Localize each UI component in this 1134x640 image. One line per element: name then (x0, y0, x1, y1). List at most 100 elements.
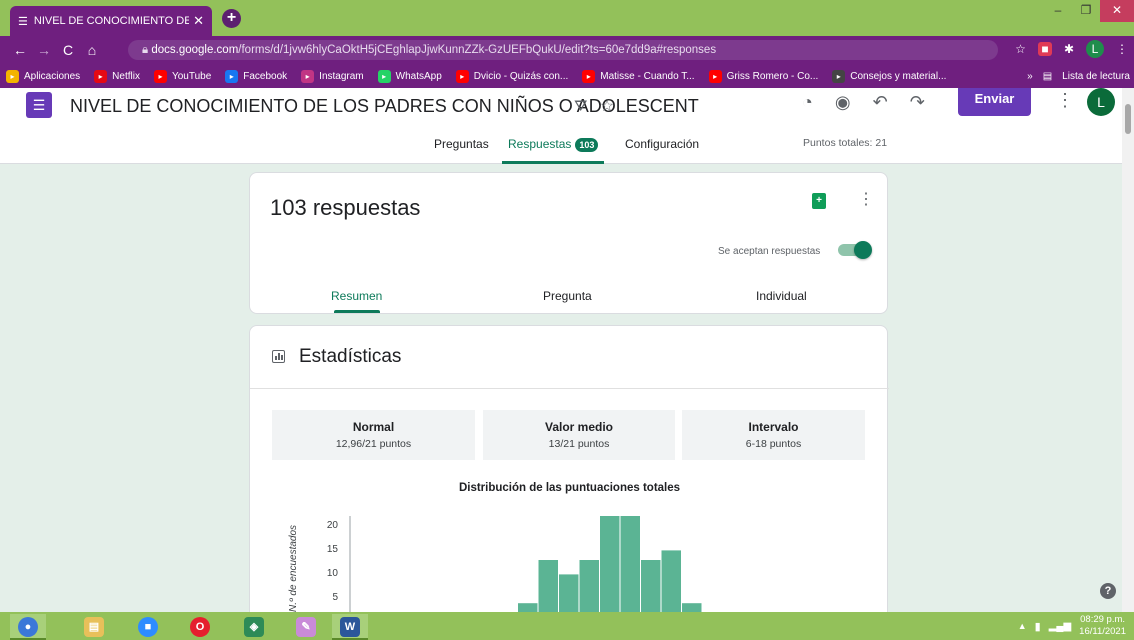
browser-menu-icon[interactable]: ⋮ (1116, 42, 1128, 56)
forms-logo-icon[interactable]: ☰ (26, 92, 52, 118)
chart-bar[interactable] (600, 516, 620, 616)
chart-bar[interactable] (579, 560, 600, 616)
taskbar-clock[interactable]: 08:29 p.m. 16/11/2021 (1079, 614, 1126, 638)
new-tab-button[interactable]: + (222, 9, 241, 28)
drive-move-icon[interactable]: ⛛ (574, 98, 587, 115)
bookmark-item[interactable]: ▸ Matisse - Cuando T... (582, 69, 695, 83)
y-tick-label: 5 (332, 592, 338, 603)
clock-time: 08:29 p.m. (1080, 614, 1126, 625)
accepting-responses-toggle[interactable] (838, 241, 872, 259)
minimize-icon[interactable]: – (1044, 0, 1072, 22)
reload-icon[interactable]: C (56, 42, 80, 58)
reading-list-label[interactable]: Lista de lectura (1062, 71, 1130, 82)
tab-responses-label: Respuestas (508, 137, 572, 151)
taskbar-app-green[interactable]: ◈ (236, 614, 272, 640)
maximize-icon[interactable]: ❐ (1072, 0, 1100, 22)
url-domain: docs.google.com (151, 44, 239, 56)
bookmark-item[interactable]: ▸ Aplicaciones (6, 69, 81, 83)
taskbar-zoom[interactable]: ■ (130, 614, 166, 640)
y-tick-label: 10 (327, 568, 339, 579)
sheets-icon[interactable]: + (812, 193, 826, 209)
page-scrollbar[interactable] (1122, 88, 1134, 612)
header-actions: ◔ ◉ ↶ ↷ (802, 92, 925, 113)
bookmark-label: Facebook (243, 70, 288, 82)
tab-responses[interactable]: Respuestas 103 (502, 136, 605, 164)
subtab-individual[interactable]: Individual (756, 289, 807, 303)
chart-bar[interactable] (538, 560, 559, 616)
bookmark-label: Instagram (319, 70, 364, 82)
star-icon[interactable]: ☆ (1015, 42, 1026, 56)
zoom-icon: ■ (138, 617, 158, 637)
chart-bar[interactable] (641, 560, 661, 616)
stat-value: 12,96/21 puntos (335, 438, 412, 450)
more-bookmarks-icon[interactable]: » (1027, 71, 1033, 82)
home-icon[interactable]: ⌂ (80, 42, 104, 58)
battery-icon[interactable]: ▮ (1035, 620, 1041, 633)
bookmark-item[interactable]: ▸ Facebook (225, 69, 288, 83)
statistics-card: Estadísticas Normal 12,96/21 puntos Valo… (249, 325, 889, 625)
taskbar-chrome[interactable]: ● (10, 614, 46, 640)
bookmark-item[interactable]: ▸ WhatsApp (377, 69, 442, 83)
close-tab-icon[interactable]: ✕ (193, 13, 204, 29)
divider (250, 388, 889, 389)
clock-date: 16/11/2021 (1079, 626, 1126, 637)
bar-chart-icon (272, 350, 285, 363)
taskbar-opera[interactable]: O (182, 614, 218, 640)
taskbar-explorer[interactable]: ▤ (76, 614, 112, 640)
subtab-summary[interactable]: Resumen (331, 289, 382, 303)
taskbar-paint[interactable]: ✎ (288, 614, 324, 640)
palette-icon[interactable]: ◔ (802, 92, 813, 113)
back-icon[interactable]: ← (8, 42, 32, 58)
profile-avatar[interactable]: L (1086, 40, 1104, 58)
reading-list-icon[interactable]: ▤ (1043, 71, 1052, 82)
bookmark-item[interactable]: ▸ Consejos y material... (832, 69, 946, 83)
preview-eye-icon[interactable]: ◉ (835, 92, 851, 113)
toggle-knob (854, 241, 872, 259)
chart-bar[interactable] (661, 550, 682, 616)
stat-label: Valor medio (544, 420, 614, 434)
close-window-icon[interactable]: ✕ (1100, 0, 1134, 22)
netflix-icon: ▸ (94, 69, 108, 83)
url-field[interactable]: 🔒︎ docs.google.com/forms/d/1jvw6hlyCaOkt… (128, 40, 998, 60)
address-bar-actions: ☆ ■ ✱ L ⋮ (1015, 40, 1128, 58)
forward-icon[interactable]: → (32, 42, 56, 58)
extension-icon[interactable]: ■ (1037, 42, 1052, 56)
bookmark-item[interactable]: ▸ Instagram (301, 69, 364, 83)
bookmarks-right: » ▤ Lista de lectura (1027, 64, 1130, 88)
puzzle-icon[interactable]: ✱ (1064, 42, 1074, 56)
bookmark-item[interactable]: ▸ YouTube (153, 69, 211, 83)
whatsapp-icon: ▸ (377, 69, 391, 83)
responses-more-icon[interactable]: ⋮ (858, 189, 874, 209)
bookmark-label: Aplicaciones (24, 70, 81, 82)
undo-icon[interactable]: ↶ (873, 92, 888, 113)
bookmark-item[interactable]: ▸ Griss Romero - Co... (708, 69, 818, 83)
more-options-icon[interactable]: ⋮ (1056, 90, 1074, 111)
responses-summary-card: 103 respuestas + ⋮ Se aceptan respuestas… (249, 172, 888, 314)
bookmark-label: Matisse - Cuando T... (600, 70, 695, 82)
responses-count-badge: 103 (575, 138, 599, 152)
browser-tab[interactable]: ☰ NIVEL DE CONOCIMIENTO DE LC ✕ (10, 6, 212, 36)
help-icon[interactable]: ? (1100, 583, 1116, 599)
subtab-question[interactable]: Pregunta (543, 289, 592, 303)
star-icon[interactable]: ☆ (600, 98, 614, 115)
stat-normal: Normal 12,96/21 puntos (272, 410, 475, 460)
chart-bar[interactable] (620, 516, 641, 616)
stat-value: 6-18 puntos (745, 438, 802, 450)
signal-icon[interactable]: ▂▄▆ (1049, 621, 1071, 632)
app-icon: ◈ (244, 617, 264, 637)
taskbar-word[interactable]: W (332, 614, 368, 640)
chart-bar[interactable] (559, 574, 579, 616)
stat-label: Normal (352, 420, 395, 434)
send-button[interactable]: Enviar (958, 88, 1031, 116)
scrollbar-thumb[interactable] (1125, 104, 1131, 134)
tab-settings[interactable]: Configuración (625, 136, 699, 164)
bookmark-item[interactable]: ▸ Dvicio - Quizás con... (455, 69, 568, 83)
tab-questions[interactable]: Preguntas (434, 136, 489, 164)
youtube-icon: ▸ (582, 69, 596, 83)
tray-arrow-icon[interactable]: ▲ (1018, 621, 1027, 631)
responses-count: 103 respuestas (270, 195, 421, 220)
avatar[interactable]: L (1087, 88, 1115, 116)
bookmark-item[interactable]: ▸ Netflix (94, 69, 140, 83)
redo-icon[interactable]: ↷ (910, 92, 925, 113)
window-controls: – ❐ ✕ (1044, 0, 1134, 22)
